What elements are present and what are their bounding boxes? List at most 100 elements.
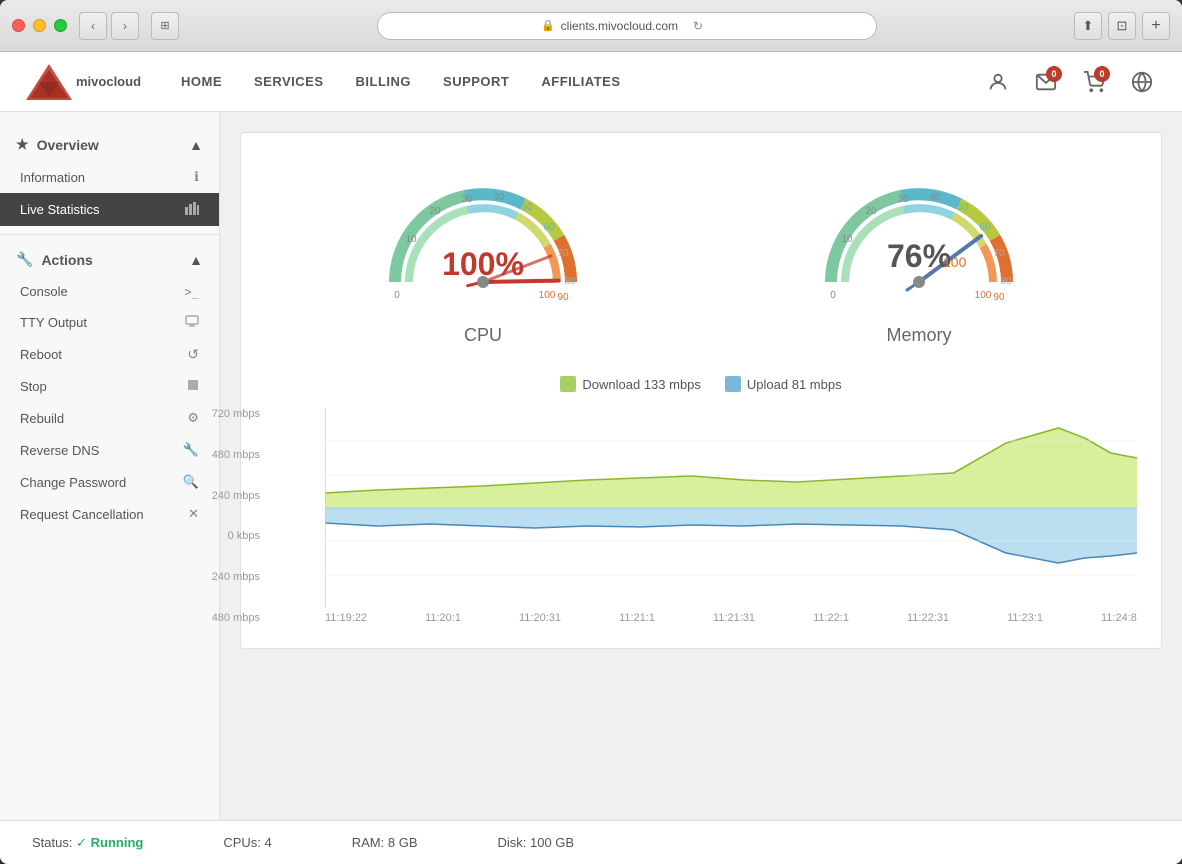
- toolbar-buttons: ⬆ ⊡ +: [1074, 12, 1170, 40]
- maximize-button[interactable]: [54, 19, 67, 32]
- svg-text:100%: 100%: [442, 246, 524, 282]
- cancel-icon: ✕: [188, 506, 199, 522]
- upload-legend: Upload 81 mbps: [725, 376, 842, 392]
- chevron-up-icon: ▲: [189, 137, 203, 153]
- nav-icons: 0 0: [982, 66, 1158, 98]
- sidebar: ★ Overview ▲ Information ℹ Live Statisti…: [0, 112, 220, 820]
- memory-gauge: 0 10 20 30 40 50 60 70 80 90: [809, 157, 1029, 346]
- site-content: mivocloud mivocloud HOME SERVICES BILLIN…: [0, 52, 1182, 864]
- y-label-720: 720 mbps: [205, 408, 260, 420]
- rebuild-icon: ⚙: [187, 410, 199, 426]
- download-legend-dot: [560, 376, 576, 392]
- messages-icon-button[interactable]: 0: [1030, 66, 1062, 98]
- request-cancellation-label: Request Cancellation: [20, 507, 144, 522]
- x-label-7: 11:23:1: [1007, 612, 1043, 624]
- forward-button[interactable]: ›: [111, 12, 139, 40]
- disk-info: Disk: 100 GB: [498, 835, 575, 850]
- memory-label: Memory: [886, 325, 951, 346]
- nav-support[interactable]: SUPPORT: [443, 74, 509, 89]
- status-bar: Status: ✓ Running CPUs: 4 RAM: 8 GB Disk…: [0, 820, 1182, 864]
- account-icon-button[interactable]: [982, 66, 1014, 98]
- info-icon: ℹ: [194, 169, 199, 185]
- sidebar-divider: [0, 234, 219, 235]
- x-label-4: 11:21:31: [713, 612, 755, 624]
- rebuild-label: Rebuild: [20, 411, 64, 426]
- information-label: Information: [20, 170, 85, 185]
- new-tab-button[interactable]: ⊡: [1108, 12, 1136, 40]
- x-label-8: 11:24:8: [1101, 612, 1137, 624]
- nav-affiliates[interactable]: AFFILIATES: [541, 74, 620, 89]
- refresh-button[interactable]: ↻: [684, 12, 712, 40]
- cpu-gauge: 0 10 20 30 40 50 60 70 80 90: [373, 157, 593, 346]
- x-label-5: 11:22:1: [813, 612, 849, 624]
- svg-text:60: 60: [979, 222, 991, 233]
- chart-area: [325, 408, 1137, 608]
- x-label-1: 11:20:1: [425, 612, 461, 624]
- svg-text:70: 70: [993, 248, 1005, 259]
- cart-badge: 0: [1094, 66, 1110, 82]
- network-chart: Download 133 mbps Upload 81 mbps 720 mbp…: [265, 376, 1137, 624]
- back-button[interactable]: ‹: [79, 12, 107, 40]
- nav-buttons: ‹ ›: [79, 12, 139, 40]
- upload-label: Upload 81 mbps: [747, 377, 842, 392]
- upload-legend-dot: [725, 376, 741, 392]
- sidebar-item-request-cancellation[interactable]: Request Cancellation ✕: [0, 498, 219, 530]
- sidebar-item-tty-output[interactable]: TTY Output: [0, 307, 219, 338]
- site-logo[interactable]: mivocloud mivocloud: [24, 62, 141, 102]
- stop-label: Stop: [20, 379, 47, 394]
- chart-icon: [185, 201, 199, 218]
- share-button[interactable]: ⬆: [1074, 12, 1102, 40]
- y-label-0: 0 kbps: [205, 530, 260, 542]
- reader-button[interactable]: ⊞: [151, 12, 179, 40]
- overview-header[interactable]: ★ Overview ▲: [0, 128, 219, 161]
- nav-billing[interactable]: BILLING: [356, 74, 412, 89]
- reboot-icon: ↺: [187, 346, 199, 363]
- y-label-480: 480 mbps: [205, 449, 260, 461]
- sidebar-item-console[interactable]: Console >_: [0, 276, 219, 307]
- svg-text:76%: 76%: [887, 238, 951, 274]
- sidebar-item-reboot[interactable]: Reboot ↺: [0, 338, 219, 371]
- y-label-240: 240 mbps: [205, 490, 260, 502]
- wrench-icon: 🔧: [16, 251, 33, 268]
- add-button[interactable]: +: [1142, 12, 1170, 40]
- actions-chevron-icon: ▲: [189, 252, 203, 268]
- sidebar-item-change-password[interactable]: Change Password 🔍: [0, 466, 219, 498]
- svg-text:80: 80: [564, 276, 576, 287]
- svg-text:90: 90: [993, 292, 1005, 303]
- nav-home[interactable]: HOME: [181, 74, 222, 89]
- stats-card: 0 10 20 30 40 50 60 70 80 90: [240, 132, 1162, 649]
- url-display: clients.mivocloud.com: [561, 19, 678, 33]
- traffic-lights: [12, 19, 67, 32]
- sidebar-item-rebuild[interactable]: Rebuild ⚙: [0, 402, 219, 434]
- sidebar-item-stop[interactable]: Stop: [0, 371, 219, 402]
- address-bar[interactable]: 🔒 clients.mivocloud.com ↻: [377, 12, 877, 40]
- svg-text:10: 10: [405, 234, 417, 245]
- lock-icon: 🔒: [541, 19, 555, 32]
- x-label-3: 11:21:1: [619, 612, 655, 624]
- cart-icon-button[interactable]: 0: [1078, 66, 1110, 98]
- ram-info: RAM: 8 GB: [352, 835, 418, 850]
- main-content: ★ Overview ▲ Information ℹ Live Statisti…: [0, 112, 1182, 820]
- sidebar-item-information[interactable]: Information ℹ: [0, 161, 219, 193]
- actions-header[interactable]: 🔧 Actions ▲: [0, 243, 219, 276]
- actions-label: Actions: [41, 252, 92, 268]
- sidebar-item-live-statistics[interactable]: Live Statistics: [0, 193, 219, 226]
- minimize-button[interactable]: [33, 19, 46, 32]
- nav-services[interactable]: SERVICES: [254, 74, 324, 89]
- download-legend: Download 133 mbps: [560, 376, 701, 392]
- svg-text:30: 30: [461, 194, 473, 205]
- x-label-0: 11:19:22: [325, 612, 367, 624]
- y-label-240b: 240 mbps: [205, 571, 260, 583]
- svg-text:100: 100: [943, 254, 967, 270]
- reboot-label: Reboot: [20, 347, 62, 362]
- change-password-label: Change Password: [20, 475, 126, 490]
- status-label: Status:: [32, 835, 72, 850]
- console-label: Console: [20, 284, 68, 299]
- star-icon: ★: [16, 136, 29, 153]
- close-button[interactable]: [12, 19, 25, 32]
- overview-label: Overview: [37, 137, 99, 153]
- globe-icon-button[interactable]: [1126, 66, 1158, 98]
- sidebar-item-reverse-dns[interactable]: Reverse DNS 🔧: [0, 434, 219, 466]
- live-statistics-label: Live Statistics: [20, 202, 99, 217]
- svg-text:30: 30: [897, 194, 909, 205]
